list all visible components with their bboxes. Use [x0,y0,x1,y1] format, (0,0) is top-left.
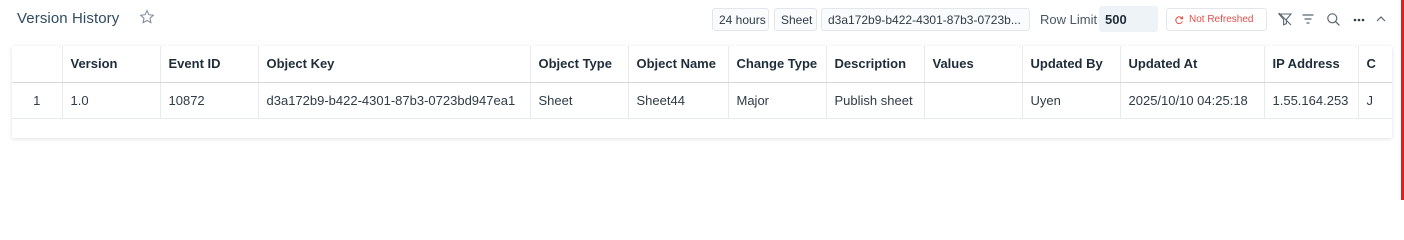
cell-object-key: d3a172b9-b422-4301-87b3-0723bd947ea1 [257,82,530,119]
cell-truncated: J [1357,82,1392,119]
column-header-index [12,46,62,83]
row-limit-label: Row Limit [1040,12,1098,27]
column-header-updated-by[interactable]: Updated By [1021,46,1120,83]
cell-version: 1.0 [61,82,160,119]
table-row[interactable]: 1 1.0 10872 d3a172b9-b422-4301-87b3-0723… [12,82,1392,119]
column-header-values[interactable]: Values [923,46,1022,83]
cell-updated-at: 2025/10/10 04:25:18 [1119,82,1264,119]
refresh-icon [1175,15,1184,24]
cell-updated-by: Uyen [1021,82,1120,119]
column-header-event-id[interactable]: Event ID [159,46,258,83]
cell-ip-address: 1.55.164.253 [1263,82,1358,119]
column-header-change-type[interactable]: Change Type [727,46,826,83]
period-filter-chip[interactable]: 24 hours [712,8,769,31]
cell-object-name: Sheet44 [627,82,728,119]
panel-title: Version History [17,10,120,27]
version-history-table-card: Version Event ID Object Key Object Type … [12,46,1392,138]
column-header-ip-address[interactable]: IP Address [1263,46,1358,83]
refresh-status-label: Not Refreshed [1189,14,1254,25]
column-header-description[interactable]: Description [825,46,924,83]
refresh-status-badge[interactable]: Not Refreshed [1166,8,1267,31]
cell-description: Publish sheet [825,82,924,119]
table-header-row: Version Event ID Object Key Object Type … [12,46,1392,83]
column-header-version[interactable]: Version [61,46,160,83]
cell-index: 1 [12,82,62,119]
version-history-table: Version Event ID Object Key Object Type … [12,46,1392,119]
cell-change-type: Major [727,82,826,119]
filter-off-icon[interactable] [1277,11,1293,27]
column-header-truncated[interactable]: C [1357,46,1392,83]
cell-object-type: Sheet [529,82,628,119]
column-header-object-name[interactable]: Object Name [627,46,728,83]
panel-header: Version History 24 hours Sheet d3a172b9-… [0,0,1398,40]
cell-event-id: 10872 [159,82,258,119]
collapse-chevron-icon[interactable] [1373,11,1389,27]
star-icon[interactable] [139,9,155,25]
row-limit-input[interactable] [1099,6,1158,32]
sort-lines-icon[interactable] [1300,11,1316,27]
search-icon[interactable] [1325,11,1341,27]
object-key-filter-chip[interactable]: d3a172b9-b422-4301-87b3-0723b... [821,8,1030,31]
cell-values [923,82,1022,119]
more-icon[interactable] [1351,11,1367,27]
column-header-updated-at[interactable]: Updated At [1119,46,1264,83]
column-header-object-key[interactable]: Object Key [257,46,530,83]
object-type-filter-chip[interactable]: Sheet [774,8,817,31]
column-header-object-type[interactable]: Object Type [529,46,628,83]
